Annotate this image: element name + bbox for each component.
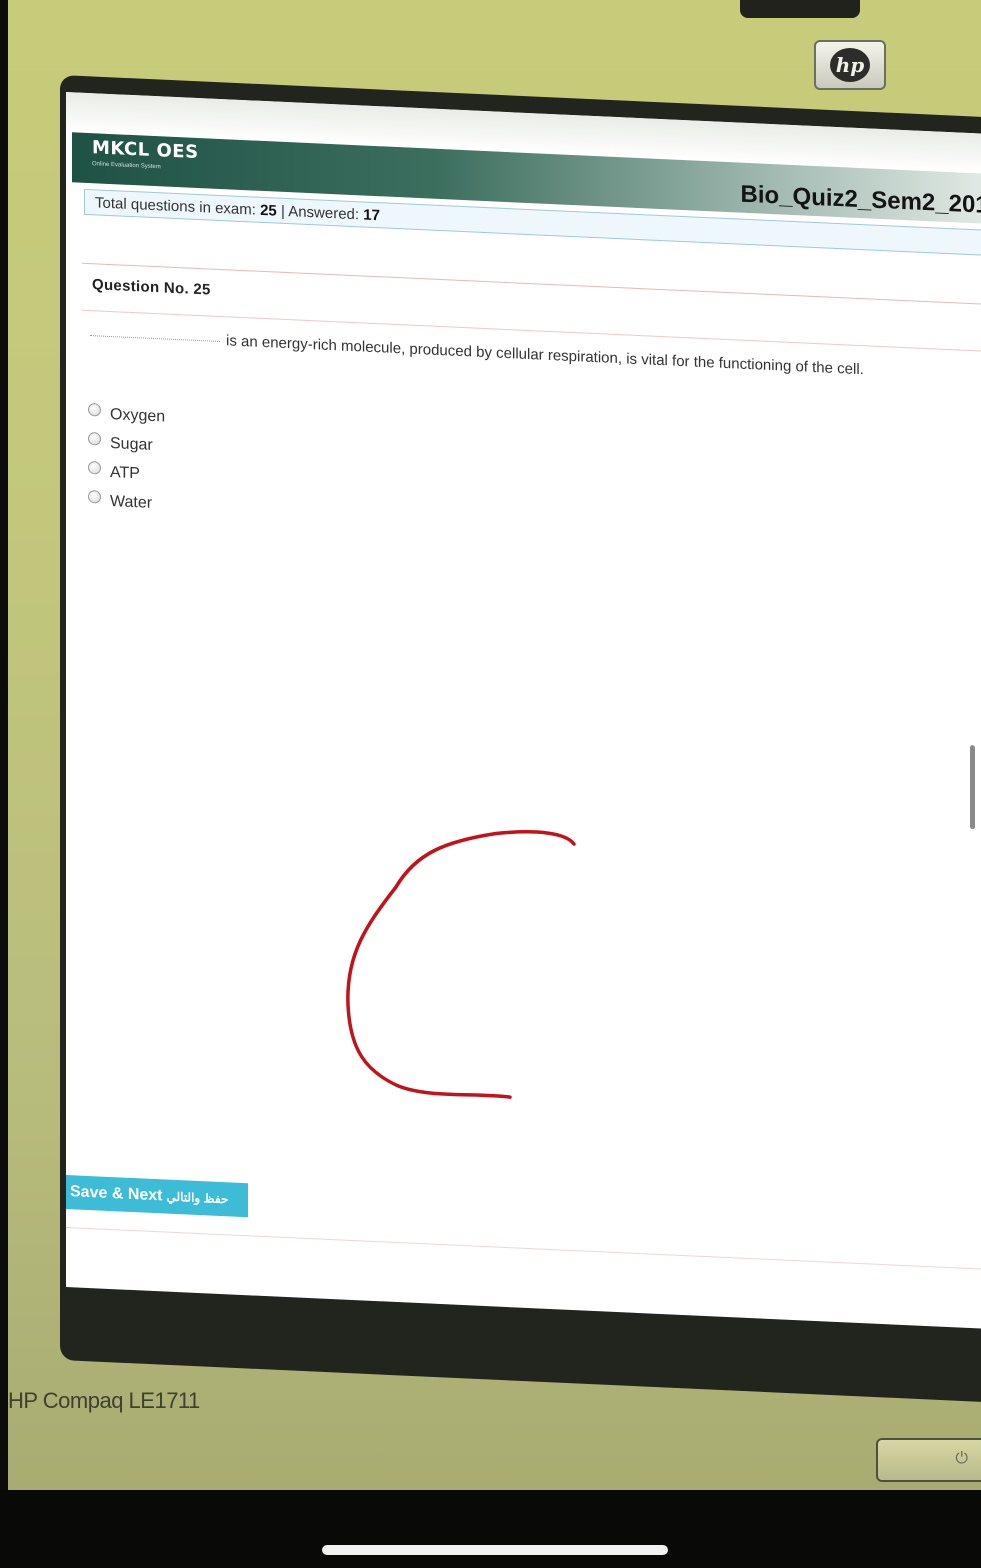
home-indicator[interactable] — [322, 1545, 668, 1555]
answer-options: Oxygen Sugar ATP Water — [88, 399, 165, 519]
option-label: ATP — [110, 463, 140, 482]
question-number: Question No. 25 — [92, 276, 211, 299]
option-label: Sugar — [110, 434, 153, 454]
option-label: Oxygen — [110, 405, 166, 426]
bezel-top-shadow — [740, 0, 860, 18]
total-questions-label: Total questions in exam: — [95, 194, 261, 219]
power-button[interactable]: ⏻ — [876, 1438, 981, 1482]
save-next-label: Save & Next — [70, 1183, 163, 1205]
answered-value: 17 — [363, 206, 380, 225]
brand-name: MKCL OES — [92, 137, 199, 164]
hp-logo-mark: hp — [830, 48, 870, 82]
save-next-arabic-label: حفظ والتالي — [166, 1189, 229, 1207]
question-panel: Question No. 25 is an energy-rich molecu… — [82, 262, 981, 1306]
scrollbar-thumb[interactable] — [970, 745, 975, 830]
option-oxygen[interactable]: Oxygen — [88, 399, 165, 432]
photo-frame: hp MKCL OES Online Evaluation System Bio… — [0, 0, 981, 1568]
monitor-model-label: HP Compaq LE1711 — [8, 1388, 200, 1413]
question-text: is an energy-rich molecule, produced by … — [226, 332, 864, 379]
total-questions-value: 25 — [260, 201, 277, 220]
option-label: Water — [110, 492, 153, 512]
exam-title: Bio_Quiz2_Sem2_2019 — [740, 180, 981, 220]
hp-logo-icon: hp — [814, 40, 886, 90]
option-water[interactable]: Water — [88, 486, 165, 519]
option-atp[interactable]: ATP — [88, 457, 165, 490]
desk-foreground — [0, 1490, 981, 1568]
radio-button[interactable] — [88, 402, 101, 417]
question-text-row: is an energy-rich molecule, produced by … — [90, 326, 981, 384]
answered-label: | Answered: — [280, 202, 364, 224]
screen: MKCL OES Online Evaluation System Bio_Qu… — [66, 92, 981, 1330]
radio-button[interactable] — [88, 460, 101, 475]
option-sugar[interactable]: Sugar — [88, 428, 165, 461]
radio-button[interactable] — [88, 431, 101, 446]
radio-button[interactable] — [88, 489, 101, 504]
answer-blank — [90, 335, 220, 342]
power-icon: ⏻ — [955, 1450, 968, 1467]
brand-subtitle: Online Evaluation System — [92, 161, 161, 171]
